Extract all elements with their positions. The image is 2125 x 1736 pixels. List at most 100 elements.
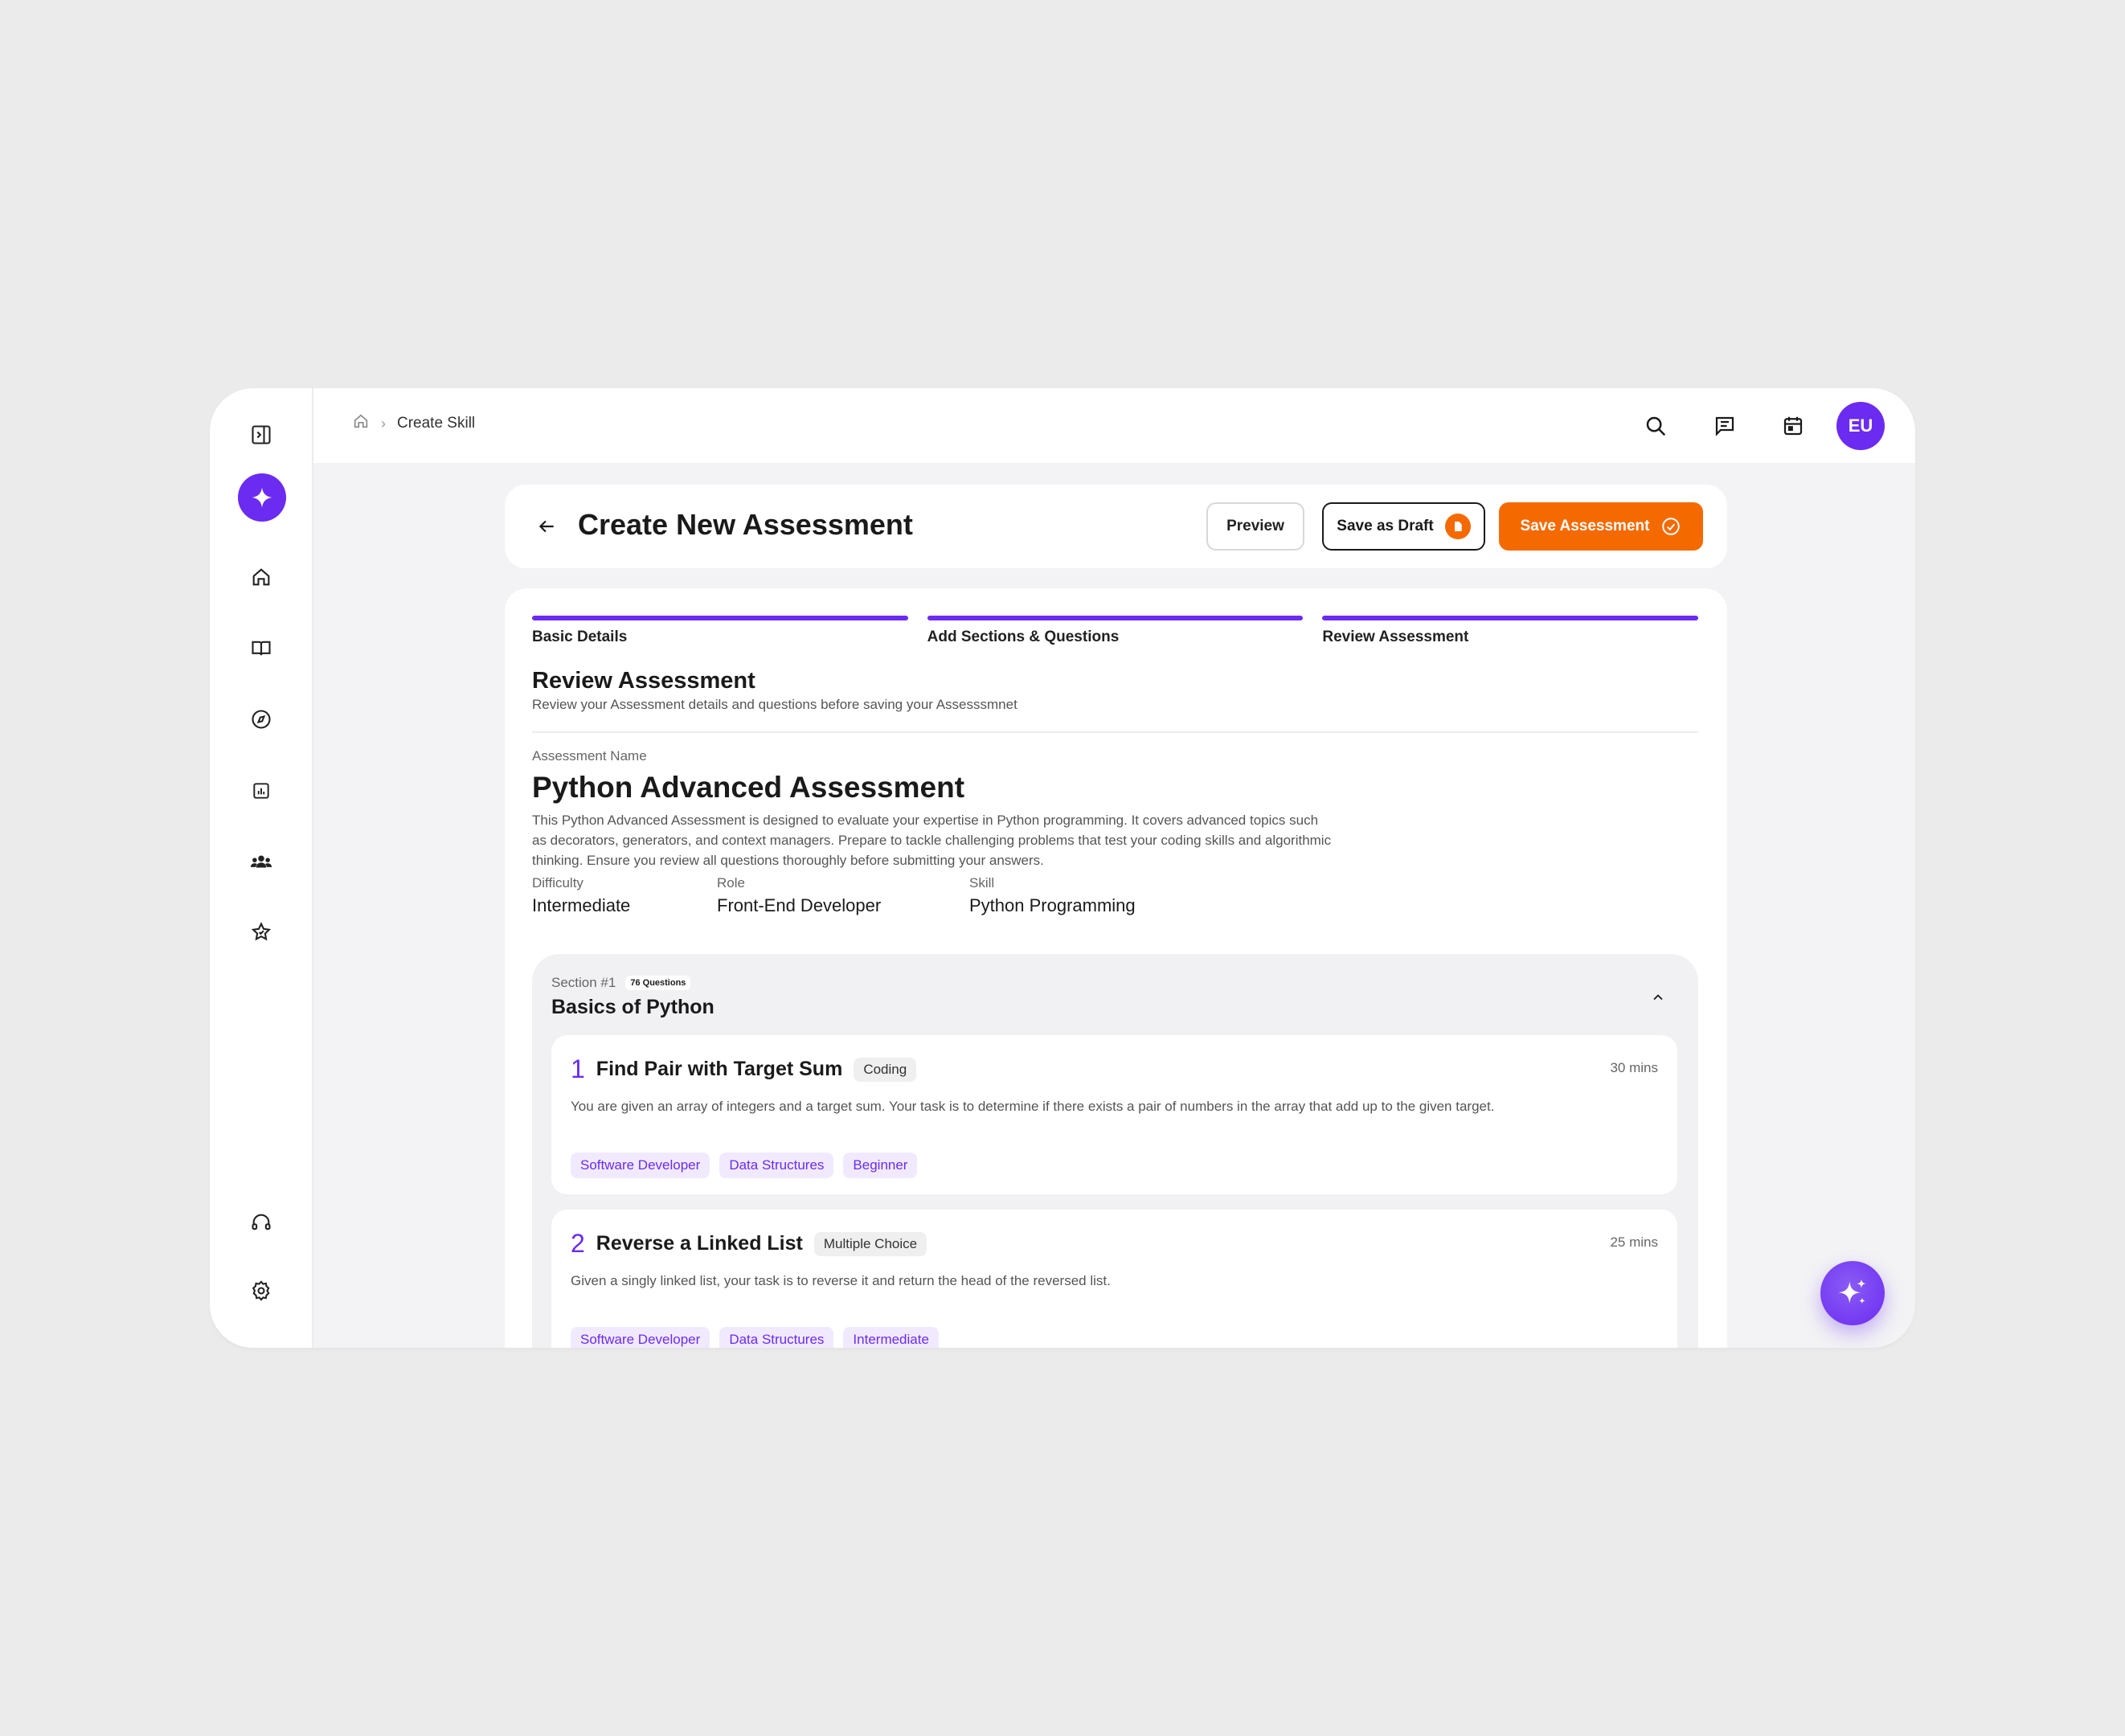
analytics-icon xyxy=(253,783,269,799)
step-label: Add Sections & Questions xyxy=(927,628,1120,645)
review-panel: Basic Details Add Sections & Questions R… xyxy=(505,588,1727,1348)
section-title: Basics of Python xyxy=(551,996,714,1018)
question-tags: Software Developer Data Structures Begin… xyxy=(571,1153,918,1178)
ai-assistant-button[interactable] xyxy=(1820,1261,1885,1325)
step-progress-bar xyxy=(532,616,908,620)
sidebar-item-analytics[interactable] xyxy=(242,772,280,810)
section-card: Section #1 76 Questions Basics of Python… xyxy=(532,954,1698,1348)
notifications-button[interactable]: 3 xyxy=(1911,407,1915,445)
calendar-icon xyxy=(1783,416,1803,436)
assessment-name: Python Advanced Assessment xyxy=(532,771,965,804)
page-title: Create New Assessment xyxy=(578,508,913,541)
step-sections-questions[interactable]: Add Sections & Questions xyxy=(927,616,1304,646)
search-button[interactable] xyxy=(1636,407,1675,445)
sidebar-item-team[interactable] xyxy=(242,842,280,881)
question-time: 25 mins xyxy=(1610,1234,1658,1250)
question-card[interactable]: 1 Find Pair with Target Sum Coding 30 mi… xyxy=(551,1035,1677,1194)
question-type-badge: Multiple Choice xyxy=(813,1231,927,1256)
question-title: Find Pair with Target Sum xyxy=(596,1058,843,1080)
sidebar-item-explore[interactable] xyxy=(242,700,280,739)
home-icon xyxy=(252,568,270,586)
stepper: Basic Details Add Sections & Questions R… xyxy=(532,616,1699,646)
section-meta: Section #1 76 Questions xyxy=(551,975,691,991)
check-circle-icon xyxy=(1662,518,1681,535)
tag: Intermediate xyxy=(843,1327,939,1348)
settings-icon xyxy=(252,1280,270,1301)
divider xyxy=(532,731,1698,733)
breadcrumb-current: Create Skill xyxy=(397,415,476,432)
save-draft-button[interactable]: Save as Draft xyxy=(1322,502,1485,551)
ai-sparkle-icon xyxy=(252,487,272,508)
star-badge-icon xyxy=(251,922,272,941)
review-subtitle: Review your Assessment details and quest… xyxy=(532,697,1017,712)
sidebar-item-home[interactable] xyxy=(242,558,280,596)
ai-sparkle-button[interactable] xyxy=(238,473,286,522)
tag: Software Developer xyxy=(571,1153,710,1178)
page-header: Create New Assessment Preview Save as Dr… xyxy=(505,485,1727,568)
step-progress-bar xyxy=(927,616,1304,620)
chevron-up-icon xyxy=(1653,994,1663,1001)
save-assessment-button[interactable]: Save Assessment xyxy=(1499,502,1703,551)
skill-value: Python Programming xyxy=(969,895,1136,915)
arrow-left-icon xyxy=(538,520,554,533)
section-label: Section #1 xyxy=(551,975,616,990)
question-time: 30 mins xyxy=(1610,1060,1658,1075)
step-basic-details[interactable]: Basic Details xyxy=(532,616,908,646)
sparkles-icon xyxy=(1838,1279,1866,1304)
tag: Data Structures xyxy=(719,1153,834,1178)
assessment-name-label: Assessment Name xyxy=(532,748,647,764)
question-number: 2 xyxy=(571,1229,585,1258)
question-card[interactable]: 2 Reverse a Linked List Multiple Choice … xyxy=(551,1210,1677,1348)
book-icon xyxy=(252,641,271,656)
back-button[interactable] xyxy=(529,509,564,544)
save-assessment-label: Save Assessment xyxy=(1520,518,1650,534)
team-icon xyxy=(250,855,272,868)
preview-label: Preview xyxy=(1226,518,1284,534)
tag: Software Developer xyxy=(571,1327,710,1348)
compass-icon xyxy=(252,710,271,729)
preview-button[interactable]: Preview xyxy=(1206,502,1304,551)
review-title: Review Assessment xyxy=(532,668,755,694)
message-icon xyxy=(1715,416,1734,436)
role-value: Front-End Developer xyxy=(717,895,882,915)
sidebar-item-settings[interactable] xyxy=(242,1271,280,1310)
app-window: › Create Skill 3 EU Create New Assessmen… xyxy=(210,388,1915,1348)
sidebar-item-library[interactable] xyxy=(242,629,280,668)
question-description: You are given an array of integers and a… xyxy=(571,1099,1495,1114)
home-icon[interactable] xyxy=(352,412,370,435)
question-header: 2 Reverse a Linked List Multiple Choice xyxy=(571,1229,927,1259)
step-review-assessment[interactable]: Review Assessment xyxy=(1322,616,1699,646)
tag: Beginner xyxy=(843,1153,918,1178)
step-label: Basic Details xyxy=(532,628,628,645)
difficulty-value: Intermediate xyxy=(532,895,631,915)
save-draft-label: Save as Draft xyxy=(1337,518,1434,534)
step-label: Review Assessment xyxy=(1322,628,1469,645)
role-label: Role xyxy=(717,875,745,891)
draft-file-icon xyxy=(1444,514,1471,539)
search-icon xyxy=(1646,416,1666,436)
question-title: Reverse a Linked List xyxy=(596,1232,803,1255)
calendar-button[interactable] xyxy=(1774,407,1812,445)
difficulty-label: Difficulty xyxy=(532,875,583,891)
question-tags: Software Developer Data Structures Inter… xyxy=(571,1327,939,1348)
assessment-description: This Python Advanced Assessment is desig… xyxy=(532,813,1332,868)
avatar[interactable]: EU xyxy=(1836,402,1885,450)
topbar: › Create Skill 3 xyxy=(313,388,1915,463)
sidebar xyxy=(210,388,313,1348)
sidebar-item-achievements[interactable] xyxy=(242,913,280,952)
sidebar-toggle-icon[interactable] xyxy=(242,416,280,454)
sidebar-item-support[interactable] xyxy=(242,1203,280,1242)
tag: Data Structures xyxy=(719,1327,834,1348)
support-icon xyxy=(252,1214,271,1230)
question-header: 1 Find Pair with Target Sum Coding xyxy=(571,1054,917,1084)
collapse-section-button[interactable] xyxy=(1645,985,1671,1010)
chevron-right-icon: › xyxy=(381,415,386,432)
breadcrumb: › Create Skill xyxy=(352,412,475,435)
question-count-badge: 76 Questions xyxy=(625,976,691,990)
step-progress-bar xyxy=(1322,616,1699,620)
skill-label: Skill xyxy=(969,875,995,891)
messages-button[interactable] xyxy=(1705,407,1744,445)
question-type-badge: Coding xyxy=(854,1057,917,1082)
question-number: 1 xyxy=(571,1054,585,1083)
question-description: Given a singly linked list, your task is… xyxy=(571,1273,1111,1288)
